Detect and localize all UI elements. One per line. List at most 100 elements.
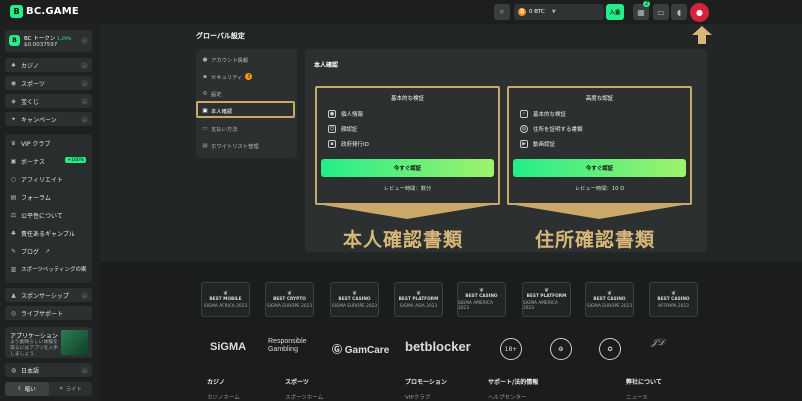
- award-title: BEST CASINO: [593, 296, 626, 302]
- alert-icon: !: [245, 73, 253, 80]
- menu-item-account[interactable]: ● アカウント情報: [202, 53, 249, 66]
- wallet-amount: 0 BTC: [529, 9, 545, 15]
- award-event: SIGMA AMERICA 2023: [523, 301, 558, 311]
- user-icon: ●: [202, 56, 208, 63]
- sidebar-item-live-support[interactable]: ◎ ライブサポート: [5, 306, 92, 320]
- award-badge: ❦ BEST CRYPTO SIGMA EUROPE 2023: [265, 282, 314, 317]
- sidebar-item-label: ライブサポート: [21, 310, 64, 318]
- bc-token-widget[interactable]: B BC トークン 1.29% $0.0037597 ›: [5, 30, 92, 52]
- bonus-badge: +100%: [65, 157, 86, 163]
- footer-link[interactable]: ニュース: [626, 393, 648, 401]
- footer-link[interactable]: ヘルプセンター: [488, 393, 527, 401]
- award-event: AFFPAPA 2023: [658, 303, 689, 309]
- sidebar-item-blog[interactable]: ✎ ブログ ↗: [5, 244, 92, 258]
- video-icon: ▶: [520, 140, 528, 148]
- footer-link[interactable]: スポーツホーム: [285, 393, 323, 401]
- award-title: BEST CASINO: [465, 294, 498, 299]
- award-title: BEST PLATFORM: [398, 296, 439, 302]
- sidebar-item-label: 責任あるギャンブル: [21, 230, 75, 238]
- menu-item-whitelist[interactable]: ▤ ホワイトリスト管理: [202, 139, 259, 152]
- sidebar-item-sponsorship[interactable]: ▲ スポンサーシップ ⌄: [5, 288, 92, 302]
- app-preview-image: [61, 330, 88, 355]
- verification-item-label: 政府発行ID: [341, 142, 369, 148]
- sidebar-item-fairness[interactable]: ⚖ 公平性について: [5, 208, 92, 222]
- award-badge: ❦ BEST MOBILE SIGMA AFRICA 2023: [201, 282, 250, 317]
- search-button[interactable]: ⌕: [494, 4, 510, 20]
- notification-button[interactable]: ◖: [671, 4, 687, 20]
- sidebar-item-casino[interactable]: ♠ カジノ ⌄: [5, 58, 92, 72]
- sidebar-item-sports[interactable]: ◉ スポーツ ⌄: [5, 76, 92, 90]
- headset-icon: ◎: [10, 309, 17, 317]
- advanced-verify-button[interactable]: 今すぐ認証: [513, 159, 686, 177]
- notification-badge: 2: [643, 1, 651, 7]
- spade-icon: ♠: [10, 61, 17, 69]
- page-title: グローバル設定: [196, 32, 245, 40]
- check-icon: ✓: [520, 110, 528, 118]
- chevron-down-icon: ▼: [551, 9, 556, 15]
- card-title: 基本的な検証: [390, 96, 424, 102]
- site-logo[interactable]: B BC.GAME: [10, 5, 79, 18]
- footer-col-sports: スポーツ: [285, 379, 309, 386]
- sidebar-item-label: 公平性について: [21, 212, 63, 220]
- sidebar-item-affiliate[interactable]: ○ アフィリエイト: [5, 172, 92, 186]
- menu-item-settings[interactable]: ⚙ 設定: [202, 87, 222, 100]
- verification-item: ✓ 基本的な検証: [520, 110, 566, 118]
- footer-link[interactable]: VIPクラブ: [405, 393, 430, 401]
- person-icon: ●: [328, 110, 336, 118]
- sidebar-item-label: スポーツベッティングの案: [21, 267, 87, 273]
- app-description: より素晴らしい体験を得るにはアプリを入手しましょう: [10, 340, 58, 357]
- ball-icon: ◉: [10, 79, 17, 87]
- app-download-banner[interactable]: アプリケーション より素晴らしい体験を得るにはアプリを入手しましょう: [5, 327, 92, 358]
- footer: ❦ BEST MOBILE SIGMA AFRICA 2023 ❦ BEST CRYP…: [100, 262, 802, 401]
- deposit-button[interactable]: 入金: [606, 4, 624, 20]
- sidebar-item-sports-guide[interactable]: ▥ スポーツベッティングの案: [5, 262, 92, 276]
- partner-betblocker-logo: betblocker: [405, 339, 471, 354]
- footer-col-support: サポート/法的情報: [488, 379, 539, 386]
- award-event: SIGMA EUROPE 2023: [331, 303, 378, 309]
- sidebar-item-label: フォーラム: [21, 194, 51, 202]
- menu-item-security[interactable]: ▪ セキュリティ !: [202, 70, 253, 83]
- language-selector[interactable]: ◍ 日本語 ⌄: [5, 363, 92, 377]
- basic-verification-card: 基本的な検証 ● 個人情報 ☺ 顔認証 ▪ 政府発行ID 今すぐ認証 レビュー時…: [315, 86, 500, 205]
- sidebar-item-bonus[interactable]: ▣ ボーナス +100%: [5, 154, 92, 168]
- partner-responsible-gambling-logo: Responsible Gambling: [268, 338, 307, 353]
- award-badge: ❦ BEST PLATFORM SIGMA ASIA 2023: [394, 282, 443, 317]
- chat-button[interactable]: ▭: [653, 4, 669, 20]
- user-avatar[interactable]: ●: [690, 3, 709, 22]
- sidebar-item-forum[interactable]: ▤ フォーラム: [5, 190, 92, 204]
- award-event: SIGMA EUROPE 2023: [586, 303, 633, 309]
- age-restriction-logo: 18+: [500, 338, 522, 360]
- sidebar-item-responsible[interactable]: ♣ 責任あるギャンブル: [5, 226, 92, 240]
- list-icon: ▤: [202, 142, 208, 149]
- card-title: 高度な認証: [585, 96, 614, 102]
- avatar-icon: ●: [696, 8, 703, 17]
- sidebar-item-vip[interactable]: ♛ VIP クラブ: [5, 136, 92, 150]
- chevron-down-icon: ⌄: [81, 291, 88, 299]
- verification-item: ▶ 動画認証: [520, 140, 555, 148]
- sidebar-item-campaign[interactable]: ✦ キャンペーン ⌄: [5, 112, 92, 126]
- theme-toggle: ☾ 暗い ☀ ライト: [5, 382, 92, 396]
- award-badge: ❦ BEST CASINO AFFPAPA 2023: [649, 282, 698, 317]
- forum-icon: ▤: [10, 193, 17, 201]
- basic-verify-button[interactable]: 今すぐ認証: [321, 159, 494, 177]
- sidebar-item-lottery[interactable]: ◈ 宝くじ ⌄: [5, 94, 92, 108]
- theme-dark-button[interactable]: ☾ 暗い: [5, 382, 49, 396]
- footer-col-promotions: プロモーション: [405, 379, 447, 386]
- theme-dark-label: 暗い: [24, 387, 36, 393]
- menu-item-label: ホワイトリスト管理: [211, 143, 259, 150]
- license-seal-icon: ❂: [550, 338, 572, 360]
- card-icon: ▭: [202, 125, 208, 132]
- settings-icon: ⚙: [202, 90, 208, 97]
- signature-logo-icon: 𝒥𝒟: [651, 338, 665, 348]
- verification-item: ● 個人情報: [328, 110, 363, 118]
- wallet-selector[interactable]: ₿ 0 BTC ▼: [514, 4, 604, 20]
- sidebar-item-label: アフィリエイト: [21, 176, 63, 184]
- menu-item-payment[interactable]: ▭ 支払い方法: [202, 122, 237, 135]
- footer-link[interactable]: カジノホーム: [207, 393, 240, 401]
- sidebar-item-label: ブログ: [21, 248, 40, 256]
- theme-light-button[interactable]: ☀ ライト: [49, 382, 93, 396]
- token-change: 1.29%: [57, 37, 72, 42]
- license-emblem-icon: ✪: [599, 338, 621, 360]
- advanced-verification-card: 高度な認証 ✓ 基本的な検証 ◍ 住所を証明する書類 ▶ 動画認証 今すぐ認証 …: [507, 86, 692, 205]
- moon-icon: ☾: [17, 386, 25, 392]
